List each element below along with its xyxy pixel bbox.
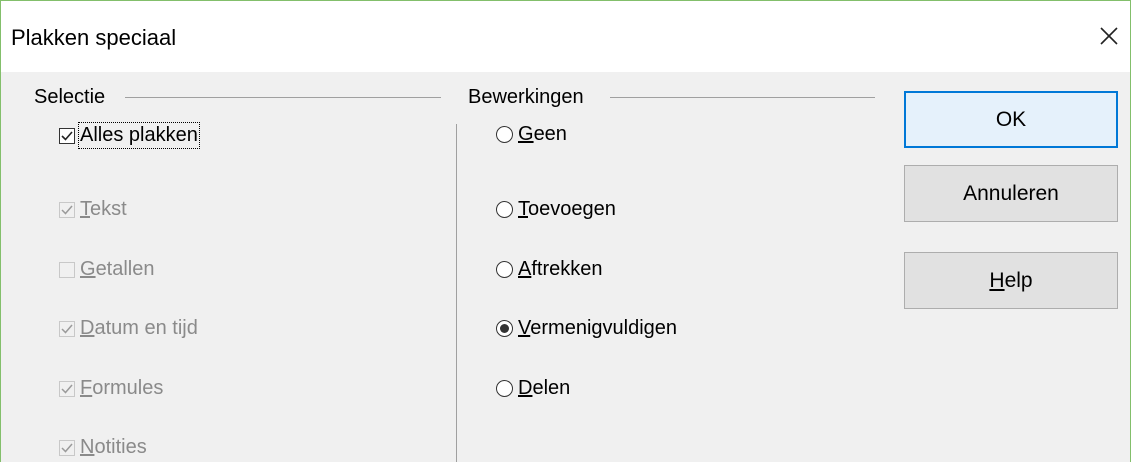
help-button[interactable]: Help bbox=[904, 252, 1118, 309]
checkbox-notes[interactable]: Notities bbox=[59, 436, 147, 459]
selection-section-divider bbox=[125, 97, 441, 98]
radio-subtract[interactable]: Aftrekken bbox=[496, 258, 603, 281]
checkbox-paste-all[interactable]: Alles plakken bbox=[59, 122, 200, 149]
radio-add[interactable]: Toevoegen bbox=[496, 198, 616, 221]
radio-multiply[interactable]: Vermenigvuldigen bbox=[496, 317, 677, 340]
checkbox-icon bbox=[59, 261, 75, 278]
checkbox-notes-label: Notities bbox=[80, 436, 147, 458]
checkbox-icon bbox=[59, 127, 75, 144]
help-button-label: elp bbox=[1004, 268, 1033, 292]
radio-divide-label: Delen bbox=[518, 377, 571, 399]
dialog-body: Selectie Alles plakken Tekst Getallen Da… bbox=[1, 72, 1130, 462]
ok-button[interactable]: OK bbox=[904, 91, 1118, 148]
checkbox-numbers-label: Getallen bbox=[80, 258, 155, 280]
checkbox-paste-all-label: Alles plakken bbox=[78, 122, 200, 149]
checkbox-text-label: Tekst bbox=[80, 198, 127, 220]
radio-add-label: Toevoegen bbox=[518, 198, 616, 220]
radio-icon bbox=[496, 261, 513, 278]
radio-multiply-label: Vermenigvuldigen bbox=[518, 317, 678, 339]
cancel-button[interactable]: Annuleren bbox=[904, 165, 1118, 222]
radio-none-label: Geen bbox=[518, 123, 567, 145]
radio-divide[interactable]: Delen bbox=[496, 377, 570, 400]
title-bar: Plakken speciaal bbox=[1, 1, 1130, 72]
checkbox-date-time[interactable]: Datum en tijd bbox=[59, 317, 198, 340]
help-button-mnemonic: H bbox=[989, 268, 1005, 292]
checkbox-icon bbox=[59, 380, 75, 397]
close-icon[interactable] bbox=[1093, 20, 1125, 52]
radio-icon bbox=[496, 201, 513, 218]
radio-none[interactable]: Geen bbox=[496, 123, 567, 146]
checkbox-icon bbox=[59, 201, 75, 218]
checkbox-text[interactable]: Tekst bbox=[59, 198, 127, 221]
checkbox-icon bbox=[59, 439, 75, 456]
dialog-title: Plakken speciaal bbox=[11, 25, 177, 50]
checkbox-icon bbox=[59, 320, 75, 337]
radio-icon bbox=[496, 126, 513, 143]
radio-icon bbox=[496, 380, 513, 397]
checkbox-formulas[interactable]: Formules bbox=[59, 377, 163, 400]
radio-subtract-label: Aftrekken bbox=[518, 258, 603, 280]
checkbox-numbers[interactable]: Getallen bbox=[59, 258, 155, 281]
section-separator bbox=[456, 124, 457, 462]
operations-section-title: Bewerkingen bbox=[468, 86, 584, 108]
paste-special-dialog: Plakken speciaal Selectie Alles plakken … bbox=[0, 0, 1131, 462]
radio-selected-icon bbox=[496, 320, 513, 337]
operations-section-divider bbox=[610, 97, 875, 98]
checkbox-date-time-label: Datum en tijd bbox=[80, 317, 198, 339]
selection-section-title: Selectie bbox=[34, 86, 106, 108]
checkbox-formulas-label: Formules bbox=[80, 377, 164, 399]
